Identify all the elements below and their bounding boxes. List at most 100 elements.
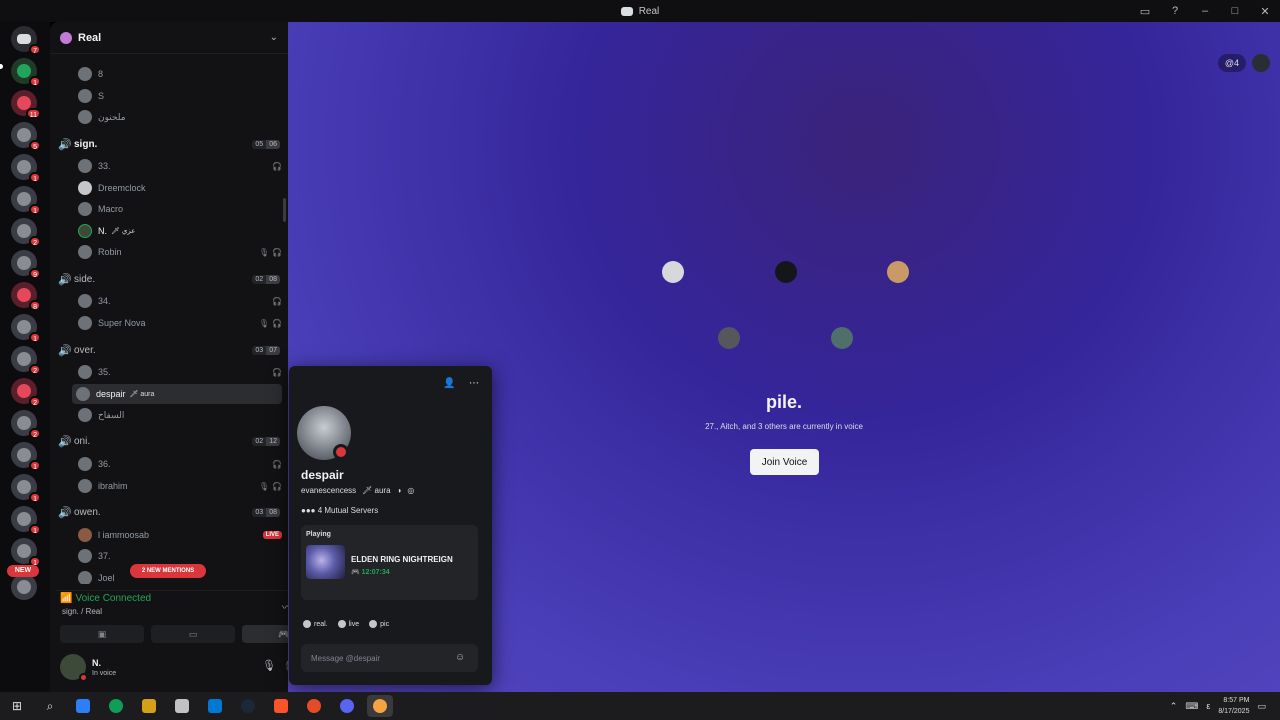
participant-tile[interactable]	[619, 242, 726, 302]
participant-tile[interactable]	[844, 242, 951, 302]
voice-channel-title: pile.	[765, 392, 802, 412]
server-icon[interactable]: 9	[11, 250, 41, 279]
voice-user[interactable]: 36. 🎧	[74, 454, 282, 474]
join-voice-button[interactable]: Join Voice	[750, 449, 819, 475]
screen-share-button[interactable]: ▭	[151, 625, 235, 643]
server-icon[interactable]: 1	[11, 58, 41, 87]
taskbar-app[interactable]	[136, 695, 162, 717]
start-icon[interactable]: ⊞	[4, 695, 30, 717]
guild-icon	[60, 31, 72, 44]
input-language[interactable]: ε	[1206, 701, 1210, 711]
self-avatar[interactable]	[60, 654, 88, 682]
server-icon[interactable]: 1	[11, 442, 41, 471]
server-icon[interactable]: 2	[11, 410, 41, 439]
voice-channel-owen[interactable]: 🔊 owen. 03 08	[58, 503, 280, 521]
voice-user[interactable]: ملحنون	[74, 107, 282, 127]
voice-channel-oni[interactable]: 🔊 oni. 02 12	[58, 432, 280, 450]
server-icon[interactable]: 1	[11, 474, 41, 503]
voice-user[interactable]: S	[74, 86, 282, 106]
role-chip[interactable]: real.	[303, 620, 328, 628]
taskbar-app[interactable]	[70, 695, 96, 717]
channel-list: 8 S ملحنون 🔊 sign. 05 06 33. 🎧 Dreemclock …	[50, 54, 288, 584]
direct-message-input[interactable]	[301, 644, 478, 672]
taskbar-app[interactable]	[202, 695, 228, 717]
activity-button[interactable]: 🎮	[242, 625, 288, 643]
notifications-icon[interactable]: ▭	[1257, 701, 1266, 712]
voice-user-selected[interactable]: despair 🗡 aura	[72, 384, 282, 404]
server-icon[interactable]: 8	[11, 282, 41, 311]
voice-user[interactable]: N. 🗡 عزي	[74, 221, 282, 241]
close-button[interactable]: ✕	[1250, 0, 1280, 22]
voice-user[interactable]: ibrahim 🎙 🎧	[74, 476, 282, 496]
chevron-down-icon[interactable]: ⌄	[270, 32, 278, 43]
mentions-chip[interactable]: @4	[1217, 54, 1246, 72]
avatar[interactable]	[1252, 54, 1270, 72]
username: 37.	[98, 551, 111, 561]
taskbar-app[interactable]	[235, 695, 261, 717]
taskbar-app[interactable]	[169, 695, 195, 717]
voice-user[interactable]: Dreemclock	[74, 178, 282, 198]
server-icon[interactable]: 11	[11, 90, 41, 119]
microphone-icon[interactable]: 🎙	[262, 659, 276, 672]
server-icon[interactable]: 2	[11, 378, 41, 407]
mutual-servers[interactable]: ●●● 4 Mutual Servers	[301, 506, 378, 515]
minimize-button[interactable]: –	[1190, 0, 1220, 22]
voice-user[interactable]: l iammoosab LIVE	[74, 525, 282, 545]
participant-tile[interactable]	[675, 308, 782, 368]
voice-channel-sign[interactable]: 🔊 sign. 05 06	[58, 135, 280, 153]
taskbar-app[interactable]	[301, 695, 327, 717]
server-badge: 5	[29, 140, 41, 151]
more-options-icon[interactable]: ⋯	[469, 378, 479, 389]
taskbar-app-active[interactable]	[367, 695, 393, 717]
voice-channel-over[interactable]: 🔊 over. 03 07	[58, 341, 280, 359]
voice-status[interactable]: 📶 Voice Connected	[60, 593, 151, 604]
participant-tile[interactable]	[788, 308, 895, 368]
search-icon[interactable]: ⌕	[37, 695, 63, 717]
taskbar-app[interactable]	[103, 695, 129, 717]
voice-user[interactable]: Robin 🎙 🎧	[74, 242, 282, 262]
username: 36.	[98, 459, 111, 469]
help-icon[interactable]: ?	[1160, 0, 1190, 22]
server-icon[interactable]: 1	[11, 314, 41, 343]
role-chip[interactable]: live	[337, 620, 359, 628]
taskbar-app[interactable]	[334, 695, 360, 717]
role-chip[interactable]: pic	[369, 620, 389, 628]
voice-user[interactable]: Macro	[74, 199, 282, 219]
server-icon[interactable]	[11, 574, 37, 600]
role-color-dot	[369, 620, 378, 628]
new-unreads-pill[interactable]: NEW	[7, 565, 39, 577]
voice-user[interactable]: 33. 🎧	[74, 156, 282, 176]
voice-user[interactable]: Super Nova 🎙 🎧	[74, 313, 282, 333]
inbox-icon[interactable]: ▭	[1130, 0, 1160, 22]
server-icon[interactable]: 5	[11, 122, 41, 151]
maximize-button[interactable]: □	[1220, 0, 1250, 22]
username: Dreemclock	[98, 183, 146, 193]
voice-channel-side[interactable]: 🔊 side. 02 08	[58, 270, 280, 288]
new-mentions-pill[interactable]: 2 NEW MENTIONS	[130, 564, 206, 578]
camera-button[interactable]: ▣	[60, 625, 144, 643]
voice-user[interactable]: 37.	[74, 546, 282, 566]
server-icon[interactable]: 2	[11, 218, 41, 247]
add-friend-icon[interactable]: 👤	[443, 378, 455, 389]
server-icon[interactable]: 1	[11, 538, 41, 567]
activity-card[interactable]: Playing ELDEN RING NIGHTREIGN 🎮 12:07:34	[301, 525, 478, 600]
emoji-icon[interactable]: ☺	[455, 652, 465, 663]
server-icon[interactable]: 2	[11, 346, 41, 375]
server-avatar-icon	[17, 160, 31, 174]
keyboard-icon[interactable]: ⌨	[1185, 701, 1198, 712]
guild-header[interactable]: Real ⌄	[50, 22, 288, 54]
chevron-up-icon[interactable]: ⌃	[1170, 701, 1178, 712]
voice-user[interactable]: 34. 🎧	[74, 291, 282, 311]
server-icon[interactable]: 1	[11, 506, 41, 535]
taskbar-app[interactable]	[268, 695, 294, 717]
voice-location[interactable]: sign. / Real	[62, 607, 102, 616]
participant-tile[interactable]	[732, 242, 839, 302]
voice-user[interactable]: السفاح	[74, 405, 282, 425]
server-icon[interactable]: 1	[11, 154, 41, 183]
clock[interactable]: 8:57 PM 8/17/2025	[1218, 695, 1249, 717]
server-icon[interactable]: 1	[11, 186, 41, 215]
voice-user[interactable]: 8	[74, 64, 282, 84]
home-button[interactable]: 7	[11, 26, 41, 55]
voice-user[interactable]: 35. 🎧	[74, 362, 282, 382]
scrollbar-thumb[interactable]	[283, 198, 286, 222]
